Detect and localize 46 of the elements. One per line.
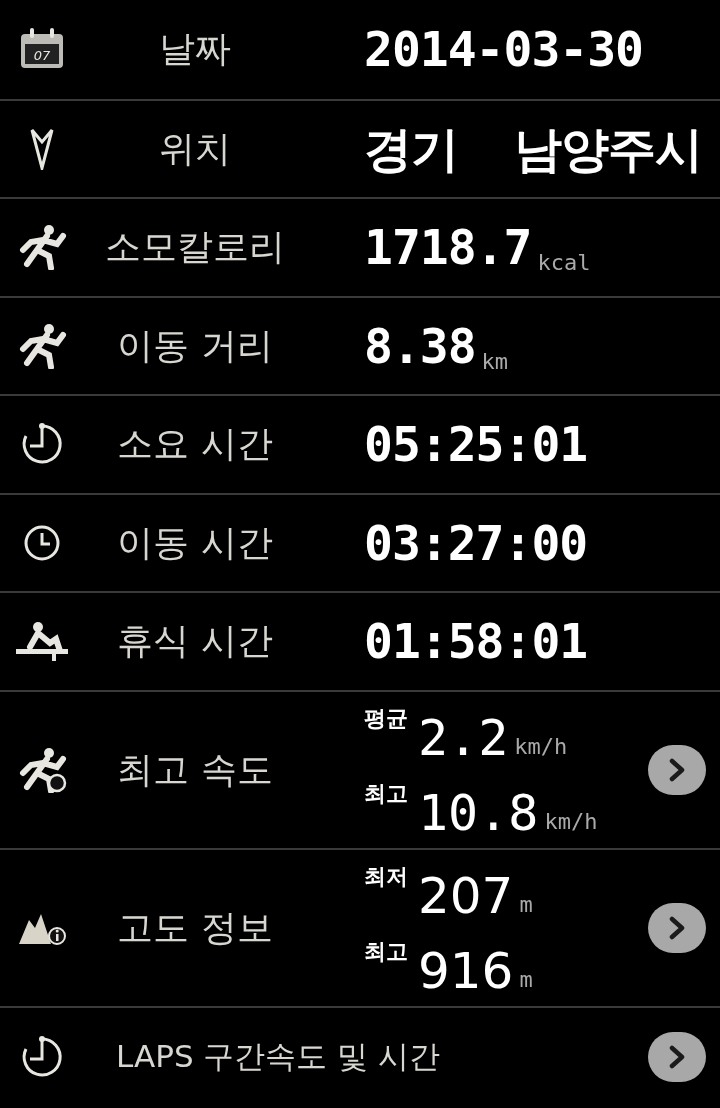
resting-person-icon [14, 621, 70, 662]
row-label: LAPS 구간속도 및 시간 [116, 1037, 442, 1077]
unit-label: km [481, 347, 509, 376]
row-value: 03:27:00 [364, 518, 588, 567]
row-label: 이동 시간 [116, 520, 274, 565]
row-label: 소모칼로리 [104, 225, 286, 270]
row-label: 휴식 시간 [116, 619, 274, 664]
stat-value: 2.2 [418, 712, 509, 763]
row-value: 1718.7 [364, 223, 532, 272]
unit-label: m [519, 965, 533, 994]
runner-with-gauge-icon [17, 746, 67, 793]
unit-label: m [519, 890, 533, 919]
stat-label: 평균 [364, 704, 408, 733]
row-label: 소요 시간 [116, 422, 274, 467]
unit-label: km/h [514, 732, 568, 761]
chevron-right-icon [668, 1044, 686, 1069]
runner-icon [17, 224, 67, 271]
chevron-right-icon [668, 757, 686, 782]
stat-label: 최고 [364, 779, 408, 808]
stopwatch-icon [20, 1034, 64, 1079]
row-label: 날짜 [158, 27, 232, 72]
arrow-icon [30, 127, 54, 170]
next-button[interactable] [648, 744, 706, 795]
row-value: 경기 남양주시 [364, 124, 702, 173]
unit-label: kcal [537, 249, 591, 278]
row-label: 위치 [158, 126, 232, 171]
stopwatch-icon [20, 422, 64, 467]
row-value: 8.38 [364, 321, 476, 370]
clock-icon [23, 523, 61, 562]
laps-row[interactable]: LAPS 구간속도 및 시간 [0, 1005, 720, 1106]
row-value: 05:25:01 [364, 420, 588, 469]
chevron-right-icon [668, 915, 686, 940]
stat-value: 916 [418, 945, 514, 996]
stat-value: 10.8 [418, 787, 539, 838]
stat-label: 최저 [364, 862, 408, 891]
row-value: 01:58:01 [364, 617, 588, 666]
stat-label: 최고 [364, 937, 408, 966]
row-label: 이동 거리 [116, 323, 274, 368]
row-value: 2014-03-30 [364, 25, 643, 74]
row-label: 최고 속도 [116, 747, 274, 792]
runner-icon [17, 322, 67, 369]
unit-label: km/h [544, 807, 598, 836]
row-label: 고도 정보 [116, 905, 274, 950]
stat-value: 207 [418, 870, 514, 921]
next-button[interactable] [648, 1031, 706, 1082]
next-button[interactable] [648, 902, 706, 953]
